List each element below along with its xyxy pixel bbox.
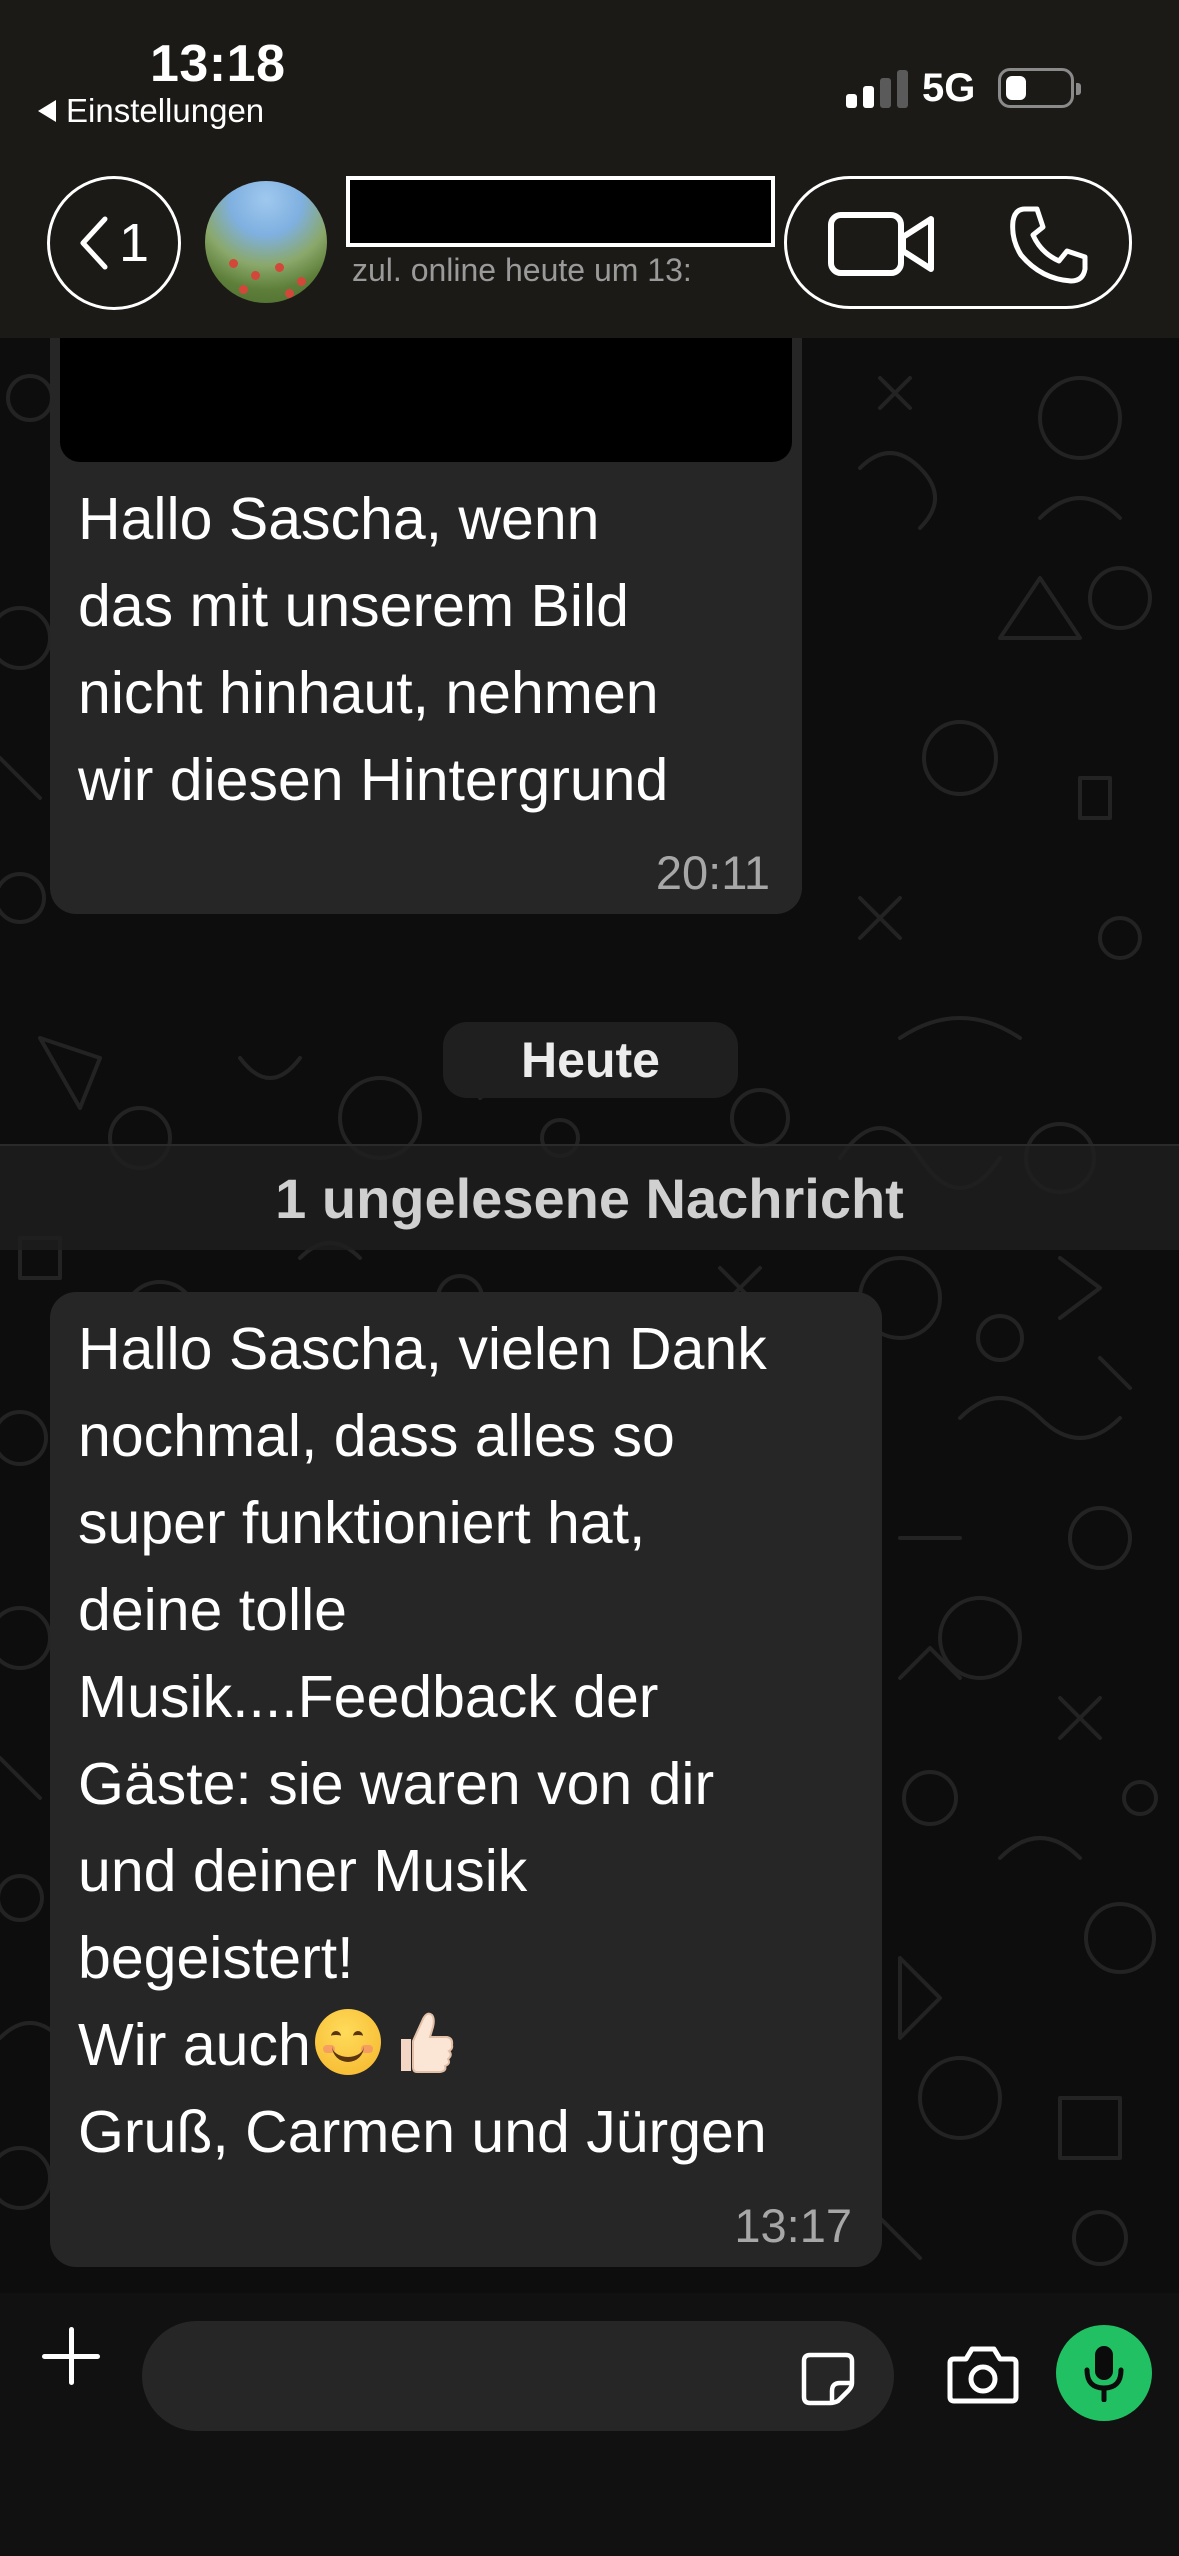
phone-icon[interactable] — [1007, 203, 1091, 287]
message-time: 13:17 — [734, 2199, 852, 2252]
back-triangle-icon — [38, 100, 56, 122]
message-text-part: Hallo Sascha, vielen Dank nochmal, dass … — [78, 1316, 767, 2078]
contact-avatar[interactable] — [205, 181, 327, 303]
message-text: Hallo Sascha, vielen Dank nochmal, dass … — [78, 1306, 878, 2176]
smiling-face-icon — [314, 2009, 381, 2075]
battery-level — [1006, 76, 1026, 100]
status-time: 13:18 — [150, 35, 286, 93]
message-text-part: Gruß, Carmen und Jürgen — [78, 2099, 767, 2165]
unread-chats-count: 1 — [118, 213, 150, 273]
microphone-button[interactable] — [1056, 2325, 1152, 2421]
composer-bar — [0, 2293, 1179, 2556]
back-button[interactable]: 1 — [47, 176, 181, 310]
message-input[interactable] — [142, 2321, 894, 2431]
sticker-icon[interactable] — [800, 2351, 856, 2407]
video-camera-icon[interactable] — [827, 209, 937, 279]
microphone-icon — [1084, 2346, 1124, 2402]
call-buttons-group — [784, 176, 1132, 309]
cellular-signal-icon — [846, 70, 908, 108]
message-bubble-incoming[interactable]: Hallo Sascha, vielen Dank nochmal, dass … — [50, 1292, 882, 2267]
back-app-label: Einstellungen — [66, 92, 265, 129]
message-text: Hallo Sascha, wenn das mit unserem Bild … — [78, 486, 669, 813]
contact-name-redacted[interactable] — [346, 176, 775, 247]
battery-icon — [998, 68, 1081, 108]
unread-messages-banner: 1 ungelesene Nachricht — [0, 1144, 1179, 1250]
message-time: 20:11 — [655, 846, 770, 899]
top-bar: 13:18 Einstellungen 5G 1 zul. online heu… — [0, 0, 1179, 338]
network-type: 5G — [922, 66, 976, 110]
last-seen-status: zul. online heute um 13: — [352, 252, 692, 288]
day-separator: Heute — [443, 1022, 738, 1098]
chevron-left-icon — [80, 216, 108, 270]
plus-icon[interactable] — [38, 2323, 104, 2389]
camera-icon[interactable] — [946, 2343, 1020, 2407]
media-attachment[interactable] — [60, 338, 792, 462]
message-bubble-incoming[interactable]: Hallo Sascha, wenn das mit unserem Bild … — [50, 338, 802, 914]
thumbs-up-icon — [400, 2012, 453, 2073]
back-to-app-link[interactable]: Einstellungen — [38, 92, 264, 130]
battery-nub — [1076, 83, 1081, 95]
